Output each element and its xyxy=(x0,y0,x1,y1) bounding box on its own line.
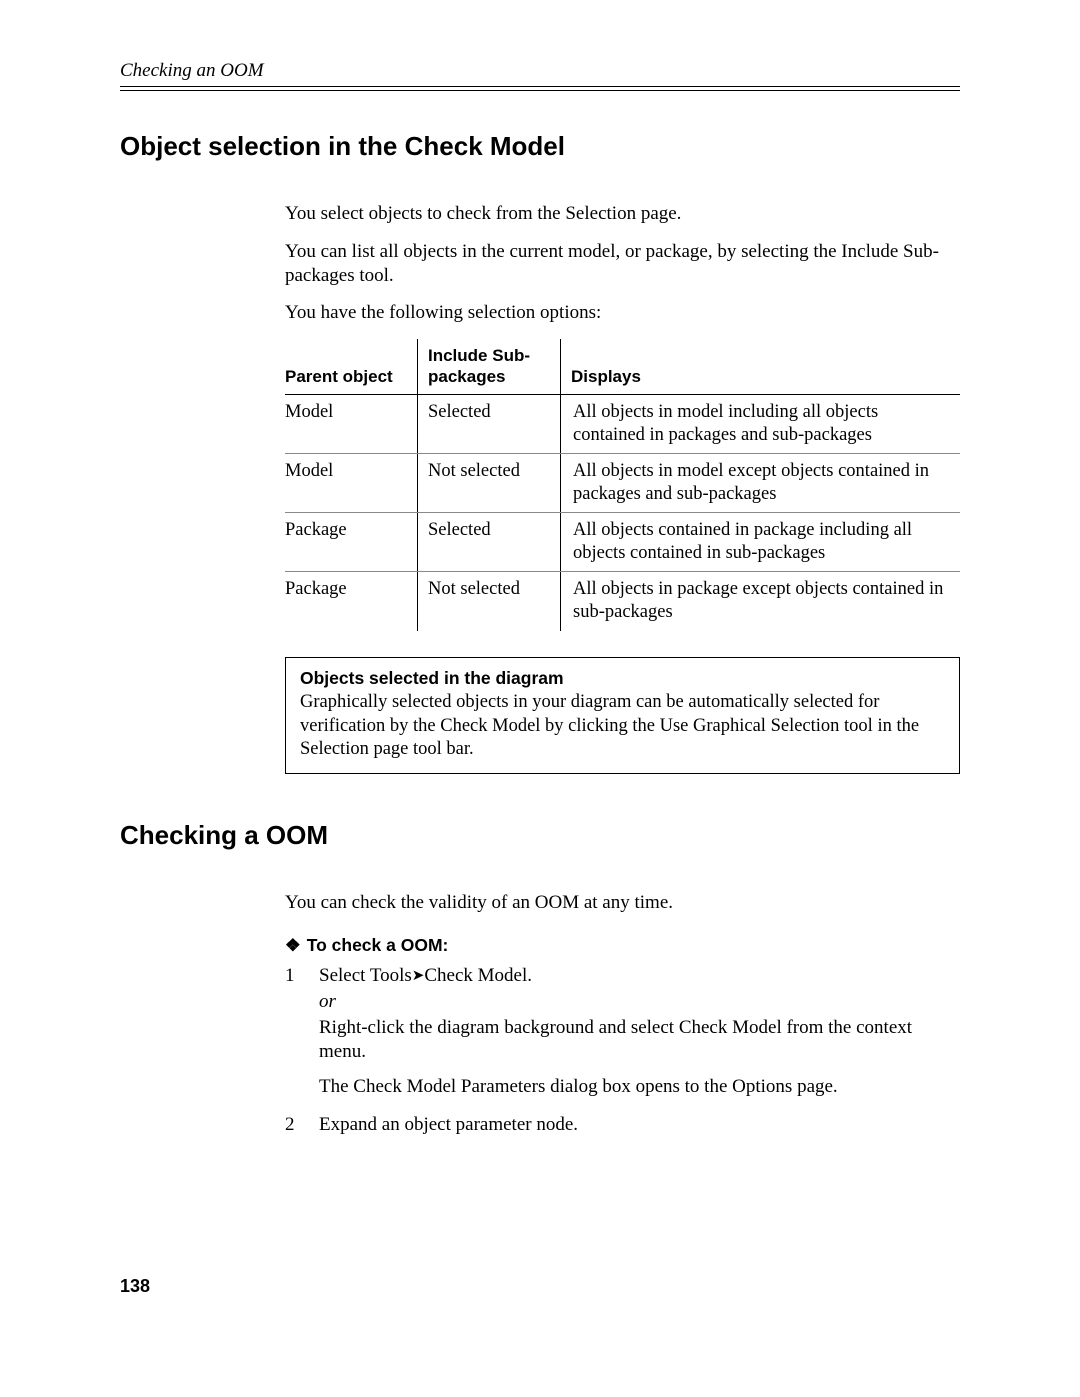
section2-body: You can check the validity of an OOM at … xyxy=(285,891,960,1137)
table-row: Package Selected All objects contained i… xyxy=(285,513,960,572)
page-number: 138 xyxy=(120,1276,150,1297)
section1-body: You select objects to check from the Sel… xyxy=(285,202,960,774)
step-2: Expand an object parameter node. xyxy=(285,1113,960,1137)
table-cell: Model xyxy=(285,394,418,453)
note-body: Graphically selected objects in your dia… xyxy=(300,691,945,760)
table-cell: Package xyxy=(285,513,418,572)
table-cell: All objects contained in package includi… xyxy=(561,513,961,572)
table-row: Model Selected All objects in model incl… xyxy=(285,394,960,453)
table-cell: All objects in model except objects cont… xyxy=(561,453,961,512)
table-header-displays: Displays xyxy=(561,339,961,394)
step-text: Check Model. xyxy=(424,965,532,986)
table-cell: Not selected xyxy=(418,572,561,631)
diamond-bullet-icon: ❖ xyxy=(285,935,301,955)
procedure-heading: ❖ To check a OOM: xyxy=(285,935,960,957)
running-head: Checking an OOM xyxy=(120,60,960,86)
note-box: Objects selected in the diagram Graphica… xyxy=(285,657,960,774)
procedure-steps: Select Tools➤Check Model. or Right-click… xyxy=(285,964,960,1137)
paragraph: You can list all objects in the current … xyxy=(285,240,960,288)
step-result: The Check Model Parameters dialog box op… xyxy=(319,1075,960,1099)
table-header-include-sub-packages: Include Sub-packages xyxy=(418,339,561,394)
table-cell: Model xyxy=(285,453,418,512)
section-heading-checking-oom: Checking a OOM xyxy=(120,820,960,851)
table-cell: Selected xyxy=(418,513,561,572)
step-text: Expand an object parameter node. xyxy=(319,1114,578,1135)
paragraph: You select objects to check from the Sel… xyxy=(285,202,960,226)
section-heading-object-selection: Object selection in the Check Model xyxy=(120,131,960,162)
paragraph: You have the following selection options… xyxy=(285,301,960,325)
step-text: Select Tools xyxy=(319,965,412,986)
step-1: Select Tools➤Check Model. or Right-click… xyxy=(285,964,960,1099)
table-header-parent-object: Parent object xyxy=(285,339,418,394)
selection-options-table: Parent object Include Sub-packages Displ… xyxy=(285,339,960,631)
table-cell: All objects in package except objects co… xyxy=(561,572,961,631)
table-row: Package Not selected All objects in pack… xyxy=(285,572,960,631)
table-cell: Package xyxy=(285,572,418,631)
menu-arrow-icon: ➤ xyxy=(412,968,425,984)
table-row: Model Not selected All objects in model … xyxy=(285,453,960,512)
page: Checking an OOM Object selection in the … xyxy=(0,0,1080,1397)
note-title: Objects selected in the diagram xyxy=(300,668,945,690)
procedure-title: To check a OOM: xyxy=(307,935,449,955)
paragraph: You can check the validity of an OOM at … xyxy=(285,891,960,915)
table-cell: All objects in model including all objec… xyxy=(561,394,961,453)
step-alt: Right-click the diagram background and s… xyxy=(319,1016,960,1064)
table-cell: Selected xyxy=(418,394,561,453)
header-rule xyxy=(120,86,960,91)
table-cell: Not selected xyxy=(418,453,561,512)
or-text: or xyxy=(319,991,336,1012)
